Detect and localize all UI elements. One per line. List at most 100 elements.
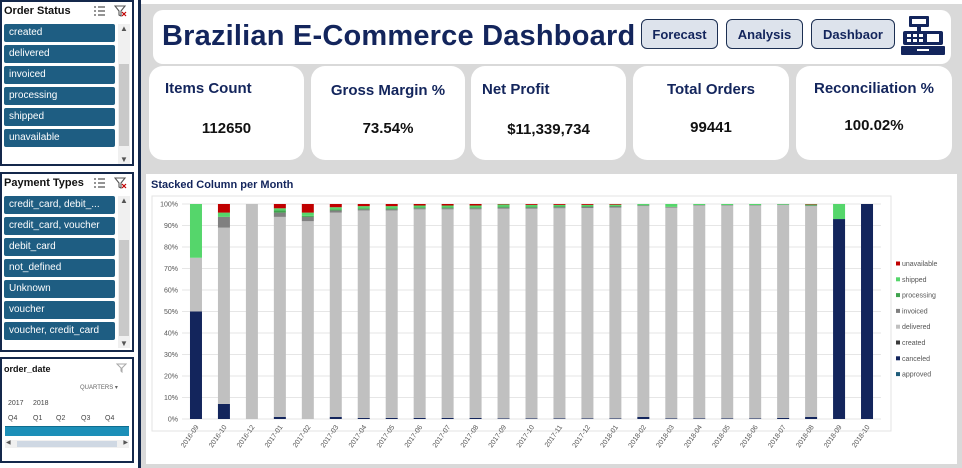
- order-status-list: created delivered invoiced processing shippe…: [4, 24, 115, 150]
- bar-segment-delivered: [357, 210, 370, 418]
- bar-segment-processing: [553, 206, 566, 208]
- kpi-total-orders: Total Orders 99441: [633, 66, 789, 160]
- payment-types-header: Payment Types: [2, 174, 132, 192]
- payment-types-scrollbar[interactable]: ▲ ▼: [118, 196, 130, 348]
- order-status-item[interactable]: processing: [4, 87, 115, 105]
- bar-segment-canceled: [413, 417, 426, 419]
- kpi-items-count: Items Count 112650: [149, 66, 304, 160]
- scroll-up-icon[interactable]: ▲: [118, 196, 130, 205]
- timeline-selection-bar[interactable]: [5, 426, 129, 436]
- scroll-right-icon[interactable]: ▶: [123, 439, 128, 446]
- legend-label: invoiced: [902, 308, 928, 315]
- bar-segment-canceled: [189, 311, 202, 419]
- scroll-left-icon[interactable]: ◀: [6, 439, 11, 446]
- payment-type-item[interactable]: voucher: [4, 301, 115, 319]
- timeline-scrollbar[interactable]: ◀ ▶: [5, 440, 129, 448]
- bar-segment-unavailable: [525, 204, 538, 205]
- legend-label: shipped: [902, 277, 927, 284]
- payment-type-item[interactable]: voucher, credit_card: [4, 322, 115, 340]
- payment-types-list: credit_card, debit_... credit_card, vouch…: [4, 196, 115, 343]
- bar-segment-shipped: [273, 208, 286, 211]
- legend-swatch: [896, 293, 900, 298]
- payment-type-item[interactable]: Unknown: [4, 280, 115, 298]
- bar-segment-shipped: [413, 205, 426, 208]
- scroll-thumb[interactable]: [119, 64, 129, 146]
- scroll-down-icon[interactable]: ▼: [118, 339, 130, 348]
- bar-segment-invoiced: [385, 209, 398, 211]
- chart-svg: 0% 10% 20% 30% 40% 50% 60% 70% 80% 90% 100% 2016-09…: [151, 195, 938, 449]
- bar-segment-delivered: [469, 209, 482, 418]
- y-tick-label: 40%: [164, 331, 178, 338]
- clear-filter-icon[interactable]: [116, 363, 127, 373]
- dashboard-button[interactable]: Dashbaor: [811, 19, 895, 49]
- order-status-header: Order Status: [2, 2, 132, 20]
- bar-segment-canceled: [581, 418, 594, 419]
- x-tick-label: 2017-03: [320, 424, 341, 449]
- order-status-item[interactable]: delivered: [4, 45, 115, 63]
- payment-type-item[interactable]: not_defined: [4, 259, 115, 277]
- bar-segment-delivered: [301, 221, 314, 419]
- order-status-scrollbar[interactable]: ▲ ▼: [118, 24, 130, 164]
- order-status-item[interactable]: created: [4, 24, 115, 42]
- scroll-up-icon[interactable]: ▲: [118, 24, 130, 33]
- scroll-thumb[interactable]: [119, 240, 129, 336]
- bar-segment-unavailable: [609, 204, 622, 205]
- bar-segment-unavailable: [357, 204, 370, 207]
- timeline-period-selector[interactable]: QUARTERS ▾: [80, 384, 118, 391]
- bar-segment-shipped: [329, 207, 342, 210]
- bar-segment-canceled: [385, 417, 398, 419]
- payment-type-item[interactable]: credit_card, debit_...: [4, 196, 115, 214]
- y-tick-label: 10%: [164, 395, 178, 402]
- y-tick-label: 80%: [164, 245, 178, 252]
- bar-segment-invoiced: [805, 205, 818, 207]
- order-status-item[interactable]: invoiced: [4, 66, 115, 84]
- multi-select-icon[interactable]: [93, 5, 106, 17]
- x-tick-label: 2016-12: [236, 424, 257, 449]
- bar-segment-delivered: [189, 257, 202, 312]
- order-status-item[interactable]: unavailable: [4, 129, 115, 147]
- x-tick-label: 2018-04: [683, 424, 704, 449]
- bar-segment-delivered: [749, 205, 762, 419]
- x-tick-label: 2017-06: [404, 424, 425, 449]
- forecast-button[interactable]: Forecast: [641, 19, 718, 49]
- kpi-label: Gross Margin %: [330, 82, 446, 99]
- order-status-title: Order Status: [4, 5, 71, 17]
- bar-segment-delivered: [441, 209, 454, 418]
- bar-segment-invoiced: [441, 208, 454, 210]
- timeline-period-label: QUARTERS: [80, 385, 114, 391]
- order-status-item[interactable]: shipped: [4, 108, 115, 126]
- kpi-net-profit: Net Profit $11,339,734: [471, 66, 626, 160]
- y-tick-label: 20%: [164, 374, 178, 381]
- payment-type-item[interactable]: debit_card: [4, 238, 115, 256]
- bar-segment-shipped: [777, 204, 790, 205]
- kpi-value: 99441: [690, 119, 732, 136]
- bar-segment-canceled: [609, 418, 622, 419]
- kpi-gross-margin: Gross Margin % 73.54%: [311, 66, 465, 160]
- legend-swatch: [896, 261, 900, 266]
- clear-filter-icon[interactable]: [114, 5, 127, 17]
- y-tick-label: 0%: [168, 417, 178, 424]
- legend-label: canceled: [902, 356, 930, 363]
- bar-segment-invoiced: [665, 207, 678, 208]
- payment-type-item[interactable]: credit_card, voucher: [4, 217, 115, 235]
- y-tick-label: 30%: [164, 352, 178, 359]
- analysis-button[interactable]: Analysis: [726, 19, 803, 49]
- order-status-slicer: Order Status created delivered invoiced pro…: [0, 0, 134, 166]
- legend-swatch: [896, 324, 900, 329]
- header-bar: Brazilian E-Commerce Dashboard Forecast …: [153, 10, 951, 64]
- bar-segment-shipped: [189, 204, 202, 258]
- bar-segment-shipped: [357, 206, 370, 209]
- multi-select-icon[interactable]: [93, 177, 106, 189]
- y-tick-label: 100%: [160, 202, 178, 209]
- clear-filter-icon[interactable]: [114, 177, 127, 189]
- bar-segment-processing: [413, 207, 426, 209]
- bar-segment-delivered: [329, 212, 342, 417]
- scroll-thumb[interactable]: [17, 441, 117, 447]
- bar-segment-canceled: [441, 417, 454, 419]
- legend-swatch: [896, 308, 900, 313]
- bar-segment-shipped: [553, 204, 566, 207]
- x-tick-label: 2017-12: [572, 424, 593, 449]
- scroll-down-icon[interactable]: ▼: [118, 155, 130, 164]
- bar-segment-unavailable: [385, 204, 398, 207]
- bar-segment-invoiced: [609, 206, 622, 208]
